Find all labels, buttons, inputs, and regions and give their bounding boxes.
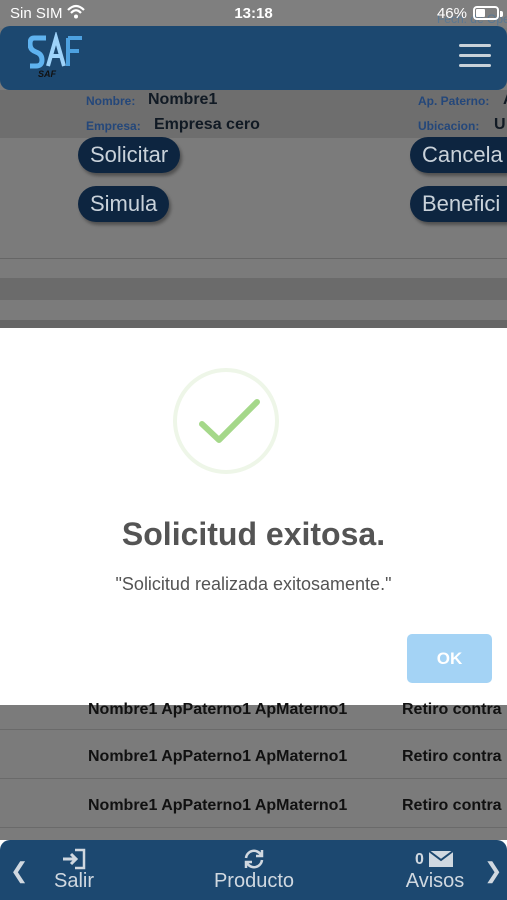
beneficio-button[interactable]: Benefici — [410, 186, 507, 222]
section-band-bottom — [0, 320, 507, 328]
table-cell-type: Retiro contra — [402, 701, 502, 718]
ap-paterno-label: Ap. Paterno: — [418, 94, 490, 108]
salir-button[interactable]: Salir — [46, 848, 102, 893]
battery-icon — [473, 6, 499, 20]
app-header: SAF — [0, 26, 507, 90]
producto-button[interactable]: Producto — [204, 848, 304, 893]
table-cell-name: Nombre1 ApPaterno1 ApMaterno1 — [88, 701, 348, 718]
table-cell-name: Nombre1 ApPaterno1 ApMaterno1 — [88, 748, 348, 765]
table-row[interactable]: Nombre1 ApPaterno1 ApMaterno1 Retiro con… — [0, 779, 507, 828]
ok-button[interactable]: OK — [407, 634, 492, 683]
table-cell-name: Nombre1 ApPaterno1 ApMaterno1 — [88, 797, 348, 814]
checkmark-icon — [199, 399, 260, 443]
avisos-label: Avisos — [405, 870, 465, 892]
success-dialog: Solicitud exitosa. "Solicitud realizada … — [0, 328, 507, 705]
bottom-nav: ❮ Salir Producto 0 Avisos ❯ — [0, 840, 507, 900]
ubicacion-value: U — [494, 116, 506, 133]
simula-button[interactable]: Simula — [78, 186, 170, 222]
logout-icon — [63, 848, 86, 870]
nombre-value: Nombre1 — [148, 91, 218, 108]
battery-percent: 46% — [436, 5, 467, 22]
table-row[interactable]: Nombre1 ApPaterno1 ApMaterno1 Retiro con… — [0, 730, 507, 779]
battery-tip — [500, 11, 503, 17]
clock: 13:18 — [234, 5, 273, 22]
avisos-icon-wrap: 0 — [415, 848, 455, 870]
avisos-button[interactable]: 0 Avisos — [400, 848, 470, 893]
chevron-left-icon[interactable]: ❮ — [10, 858, 28, 884]
success-icon-ring — [173, 368, 279, 474]
status-bar: Sin SIM 13:18 Fech. de Ope. 46% — [0, 0, 507, 28]
refresh-icon — [244, 849, 264, 869]
ubicacion-label: Ubicacion: — [418, 119, 480, 133]
table-cell-type: Retiro contra — [402, 748, 502, 765]
dialog-title: Solicitud exitosa. — [121, 516, 386, 552]
envelope-icon — [428, 850, 454, 867]
nombre-label: Nombre: — [86, 94, 136, 108]
divider — [0, 258, 507, 259]
info-row-empresa: Empresa: Empresa cero Ubicacion: U — [0, 115, 507, 137]
cancelar-button[interactable]: Cancela — [410, 137, 507, 173]
empresa-value: Empresa cero — [154, 116, 260, 133]
table-cell-type: Retiro contra — [402, 797, 502, 814]
info-row-nombre: Nombre: Nombre1 Ap. Paterno: A — [0, 90, 507, 112]
results-table: Nombre1 ApPaterno1 ApMaterno1 Retiro con… — [0, 701, 507, 840]
chevron-right-icon[interactable]: ❯ — [484, 858, 502, 884]
ap-paterno-value: A — [503, 91, 507, 109]
solicitar-button[interactable]: Solicitar — [78, 137, 181, 173]
menu-icon[interactable] — [459, 44, 491, 68]
saf-logo-icon: SAF — [28, 32, 82, 79]
empresa-label: Empresa: — [86, 119, 141, 133]
table-row[interactable]: Nombre1 ApPaterno1 ApMaterno1 Retiro con… — [0, 681, 507, 730]
salir-label: Salir — [53, 870, 94, 892]
producto-label: Producto — [213, 870, 295, 892]
svg-text:SAF: SAF — [38, 69, 57, 79]
section-band — [0, 278, 507, 300]
dialog-message: "Solicitud realizada exitosamente." — [115, 574, 392, 594]
avisos-count: 0 — [415, 851, 424, 868]
